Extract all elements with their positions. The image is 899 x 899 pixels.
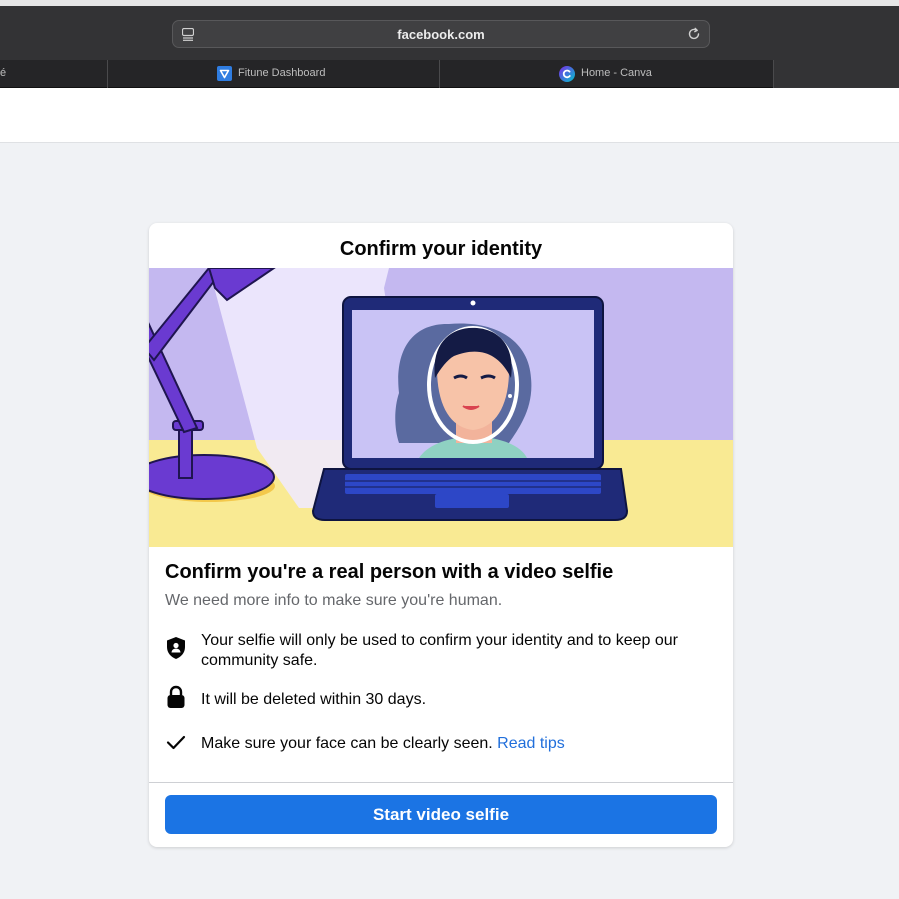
tab-fitune-dashboard[interactable]: Fitune Dashboard bbox=[107, 60, 440, 88]
identity-card: Confirm your identity Confirm you're a r… bbox=[149, 223, 733, 847]
browser-toolbar: facebook.com bbox=[0, 0, 899, 60]
tab-home-canva[interactable]: Home - Canva bbox=[439, 60, 774, 88]
start-video-selfie-button[interactable]: Start video selfie bbox=[165, 795, 717, 834]
reload-icon[interactable] bbox=[687, 27, 701, 41]
tab-partial[interactable]: é bbox=[0, 60, 108, 88]
address-bar[interactable]: facebook.com bbox=[172, 20, 710, 48]
section-heading: Confirm you're a real person with a vide… bbox=[165, 561, 614, 583]
section-subtext: We need more info to make sure you're hu… bbox=[165, 592, 503, 609]
canva-icon bbox=[559, 66, 575, 82]
divider bbox=[149, 782, 733, 783]
tab-bar-empty bbox=[774, 60, 899, 88]
card-title: Confirm your identity bbox=[339, 238, 543, 260]
checkmark-icon bbox=[166, 735, 186, 750]
facebook-header bbox=[0, 88, 899, 143]
face-visible-note: Make sure your face can be clearly seen.… bbox=[201, 734, 721, 754]
face-visible-text: Make sure your face can be clearly seen. bbox=[201, 735, 493, 752]
privacy-note-text: Your selfie will only be used to confirm… bbox=[201, 632, 679, 669]
video-selfie-illustration bbox=[149, 268, 733, 547]
tab-label: Home - Canva bbox=[581, 67, 652, 79]
shield-person-icon bbox=[167, 637, 185, 659]
deletion-note-text: It will be deleted within 30 days. bbox=[201, 691, 427, 708]
tab-label: é bbox=[0, 67, 7, 79]
fitune-icon bbox=[217, 66, 232, 81]
tab-label: Fitune Dashboard bbox=[238, 67, 326, 79]
tab-bar: é Fitune Dashboard Home - Canva bbox=[0, 60, 899, 88]
read-tips-link[interactable]: Read tips bbox=[497, 735, 565, 752]
url-text[interactable]: facebook.com bbox=[173, 27, 709, 42]
lock-icon bbox=[167, 685, 185, 708]
